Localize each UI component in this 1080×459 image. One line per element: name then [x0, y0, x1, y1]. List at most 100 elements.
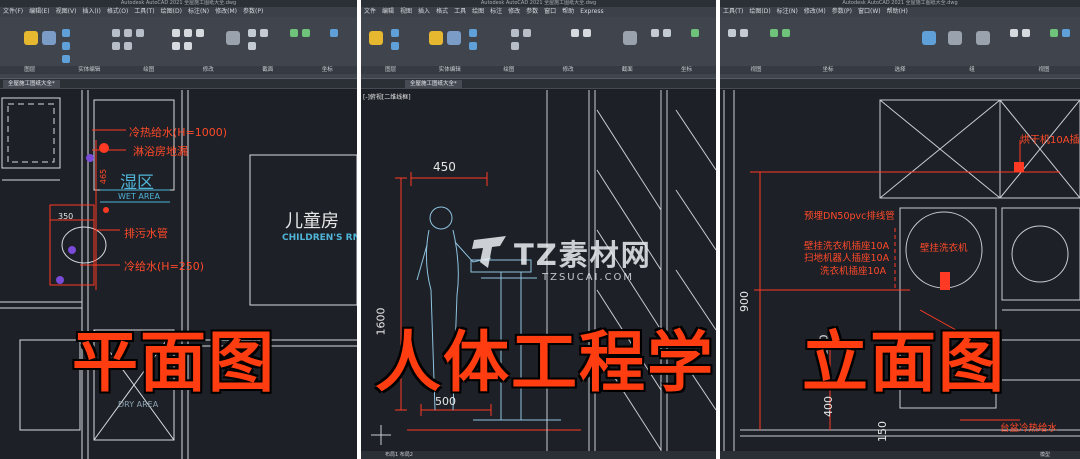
- tool-icon[interactable]: [391, 42, 399, 50]
- section-icon[interactable]: [623, 31, 637, 45]
- ucs-icon[interactable]: [248, 42, 256, 50]
- view-icon[interactable]: [691, 29, 699, 37]
- ribbon-group-label[interactable]: 坐标: [298, 66, 358, 74]
- model-tab[interactable]: 模型: [720, 451, 1080, 459]
- view-icon[interactable]: [290, 29, 298, 37]
- menu-item[interactable]: 参数(P): [832, 7, 852, 17]
- arc-icon[interactable]: [511, 42, 519, 50]
- view-icon[interactable]: [1062, 29, 1070, 37]
- circle-icon[interactable]: [523, 29, 531, 37]
- polyline-icon[interactable]: [124, 29, 132, 37]
- menu-item[interactable]: 视图(V): [56, 7, 77, 17]
- circle-icon[interactable]: [136, 29, 144, 37]
- select-icon[interactable]: [922, 31, 936, 45]
- move-icon[interactable]: [571, 29, 579, 37]
- layer-icon[interactable]: [369, 31, 383, 45]
- ucs-icon[interactable]: [248, 29, 256, 37]
- document-tab[interactable]: 全屋施工图纸大全*: [3, 80, 60, 89]
- menu-item[interactable]: 标注(N): [188, 7, 209, 17]
- solid-edit-icon[interactable]: [42, 31, 56, 45]
- menu-item[interactable]: 格式: [436, 7, 448, 17]
- menu-item[interactable]: 插入(I): [82, 7, 100, 17]
- menu-item[interactable]: 参数(P): [243, 7, 263, 17]
- menu-item[interactable]: 编辑: [382, 7, 394, 17]
- menu-item[interactable]: 帮助: [562, 7, 574, 17]
- move-icon[interactable]: [172, 29, 180, 37]
- menu-item[interactable]: 绘图(D): [161, 7, 182, 17]
- menu-item[interactable]: 窗口: [544, 7, 556, 17]
- solid-edit-icon[interactable]: [447, 31, 461, 45]
- menu-item[interactable]: 参数: [526, 7, 538, 17]
- ribbon-group-label[interactable]: 修改: [539, 66, 598, 74]
- ucs-icon[interactable]: [740, 29, 748, 37]
- arc-icon[interactable]: [112, 42, 120, 50]
- ribbon-group-label[interactable]: 组: [936, 66, 1008, 74]
- layer-icon[interactable]: [24, 31, 38, 45]
- line-icon[interactable]: [511, 29, 519, 37]
- menu-item[interactable]: 格式(O): [107, 7, 128, 17]
- menu-item[interactable]: 编辑(E): [29, 7, 49, 17]
- section-icon[interactable]: [226, 31, 240, 45]
- rect-icon[interactable]: [124, 42, 132, 50]
- menu-item[interactable]: 工具: [454, 7, 466, 17]
- line-icon[interactable]: [112, 29, 120, 37]
- view-icon[interactable]: [770, 29, 778, 37]
- ribbon-group-label[interactable]: 图层: [361, 66, 420, 74]
- tool-icon[interactable]: [62, 55, 70, 63]
- tool-icon[interactable]: [469, 29, 477, 37]
- menu-item[interactable]: 工具(T): [134, 7, 154, 17]
- rotate-icon[interactable]: [184, 29, 192, 37]
- ribbon-group-label[interactable]: 视图: [720, 66, 792, 74]
- trim-icon[interactable]: [196, 29, 204, 37]
- ribbon-group-label[interactable]: 绘图: [479, 66, 538, 74]
- ucs-icon[interactable]: [260, 29, 268, 37]
- tool-icon[interactable]: [62, 29, 70, 37]
- ribbon-group-label[interactable]: 实体编辑: [60, 66, 120, 74]
- ribbon-group-label[interactable]: 图层: [0, 66, 60, 74]
- mirror-icon[interactable]: [184, 42, 192, 50]
- ucs-icon[interactable]: [651, 29, 659, 37]
- menu-item[interactable]: 标注: [490, 7, 502, 17]
- layer-icon[interactable]: [429, 31, 443, 45]
- ribbon-group-label[interactable]: 修改: [179, 66, 239, 74]
- menu-item[interactable]: 插入: [418, 7, 430, 17]
- view-icon[interactable]: [1050, 29, 1058, 37]
- menu-item[interactable]: 标注(N): [777, 7, 798, 17]
- ucs-icon[interactable]: [728, 29, 736, 37]
- ribbon-group-label[interactable]: 绘图: [119, 66, 179, 74]
- tool-icon[interactable]: [391, 29, 399, 37]
- view-icon[interactable]: [330, 29, 338, 37]
- tool-icon[interactable]: [469, 42, 477, 50]
- document-tab[interactable]: 全屋施工图纸大全*: [405, 80, 462, 89]
- gizmo-icon[interactable]: [976, 31, 990, 45]
- menu-item[interactable]: 修改(M): [804, 7, 826, 17]
- view-icon[interactable]: [782, 29, 790, 37]
- menu-item[interactable]: 窗口(W): [858, 7, 881, 17]
- menu-item[interactable]: 工具(T): [723, 7, 743, 17]
- menu-item[interactable]: 文件(F): [3, 7, 23, 17]
- view-icon[interactable]: [302, 29, 310, 37]
- ribbon-group-label[interactable]: 视图: [1008, 66, 1080, 74]
- copy-icon[interactable]: [172, 42, 180, 50]
- group-icon[interactable]: [1010, 29, 1018, 37]
- menu-item[interactable]: 绘图(D): [749, 7, 770, 17]
- group-icon[interactable]: [1022, 29, 1030, 37]
- layout-tabs[interactable]: 布局1 布局2: [361, 451, 716, 459]
- menu-item[interactable]: 帮助(H): [887, 7, 908, 17]
- ribbon-group-label[interactable]: 选择: [864, 66, 936, 74]
- ribbon-group-label[interactable]: 实体编辑: [420, 66, 479, 74]
- rotate-icon[interactable]: [583, 29, 591, 37]
- menu-item[interactable]: 修改: [508, 7, 520, 17]
- ucs-icon[interactable]: [663, 29, 671, 37]
- menu-item[interactable]: 绘图: [472, 7, 484, 17]
- menu-item[interactable]: 文件: [364, 7, 376, 17]
- ribbon-group-label[interactable]: 坐标: [792, 66, 864, 74]
- tool-icon[interactable]: [62, 42, 70, 50]
- ribbon-group-label[interactable]: 截面: [238, 66, 298, 74]
- ribbon-group-label[interactable]: 坐标: [657, 66, 716, 74]
- ribbon-group-label[interactable]: 截面: [598, 66, 657, 74]
- menu-item[interactable]: 视图: [400, 7, 412, 17]
- menu-item[interactable]: 修改(M): [215, 7, 237, 17]
- menu-item[interactable]: Express: [580, 7, 603, 17]
- filter-icon[interactable]: [948, 31, 962, 45]
